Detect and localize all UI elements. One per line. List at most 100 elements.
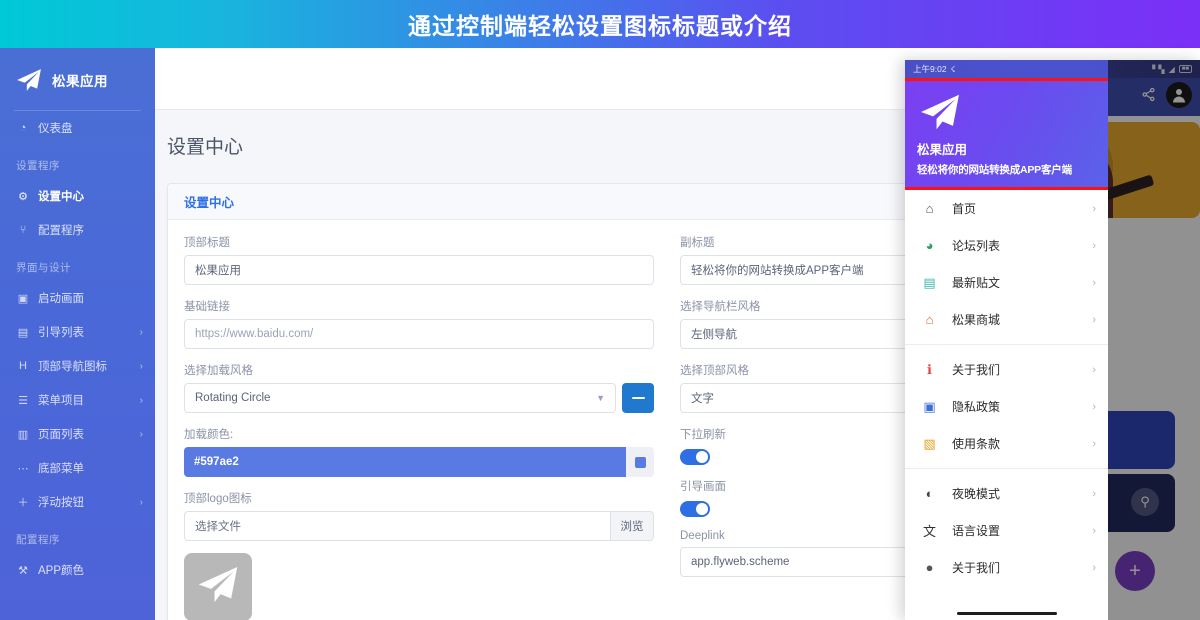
sidebar-item-label: 仪表盘 bbox=[38, 123, 73, 135]
logo-browse-button[interactable]: 浏览 bbox=[610, 511, 654, 541]
wrench-icon: ⚒ bbox=[18, 564, 28, 577]
drawer-menu-item[interactable]: ▧ 使用条款 › bbox=[905, 425, 1108, 462]
sidebar-brand[interactable]: 松果应用 bbox=[0, 48, 155, 110]
loading-style-value: Rotating Circle bbox=[195, 392, 271, 404]
sidebar-group-label: 设置程序 bbox=[16, 160, 60, 172]
drawer-header-subtitle: 轻松将你的网站转换成APP客户端 bbox=[917, 164, 1072, 176]
base-link-input[interactable]: https://www.baidu.com/ bbox=[184, 319, 654, 349]
drawer-menu-item[interactable]: ▣ 隐私政策 › bbox=[905, 388, 1108, 425]
drawer-menu-item[interactable]: 文 语言设置 › bbox=[905, 512, 1108, 549]
field-loading-style: 选择加载风格 Rotating Circle ▼ bbox=[184, 362, 654, 413]
logo-file-row: 选择文件 浏览 bbox=[184, 511, 654, 541]
sidebar-group-label: 配置程序 bbox=[16, 534, 60, 546]
form-column-left: 顶部标题 松果应用 基础链接 https://www.baidu.com/ 选择… bbox=[184, 234, 654, 620]
nav-icon: H bbox=[19, 360, 27, 372]
drawer-menu-item-label: 论坛列表 bbox=[952, 239, 1001, 253]
drawer-menu-item[interactable]: ⌂ 松果商城 › bbox=[905, 301, 1108, 338]
toggle-knob bbox=[696, 503, 708, 515]
loading-style-select[interactable]: Rotating Circle ▼ bbox=[184, 383, 616, 413]
sidebar-item-9[interactable]: ▥ 页面列表 › bbox=[0, 417, 155, 451]
sidebar-item-label: 页面列表 bbox=[38, 429, 84, 441]
card-title: 设置中心 bbox=[184, 196, 235, 210]
nav-style-value: 左侧导航 bbox=[691, 329, 737, 341]
minus-icon bbox=[631, 396, 645, 400]
sidebar-item-label: 菜单项目 bbox=[38, 395, 84, 407]
drawer-menu-item-label: 关于我们 bbox=[952, 363, 1001, 377]
sidebar-item-5[interactable]: ▣ 启动画面 bbox=[0, 281, 155, 315]
bluetooth-icon: ☇ bbox=[950, 63, 956, 74]
info-icon: ℹ bbox=[927, 361, 932, 377]
sidebar-item-2[interactable]: ⚙ 设置中心 bbox=[0, 179, 155, 213]
drawer-status-bar: 上午9:02 ☇ bbox=[905, 60, 1108, 78]
logo-file-input[interactable]: 选择文件 bbox=[184, 511, 610, 541]
chevron-right-icon: › bbox=[1092, 400, 1096, 413]
chevron-right-icon: › bbox=[1092, 313, 1096, 326]
about-icon: ● bbox=[925, 560, 934, 575]
language-icon: 文 bbox=[922, 524, 936, 539]
night-mode-icon: ◐ bbox=[925, 486, 934, 501]
drawer-menu-item-label: 夜晚模式 bbox=[952, 487, 1001, 501]
field-base-link: 基础链接 https://www.baidu.com/ bbox=[184, 298, 654, 349]
drawer-menu-item[interactable]: ⌂ 首页 › bbox=[905, 190, 1108, 227]
field-label-loading-style: 选择加载风格 bbox=[184, 365, 253, 377]
sidebar-item-label: 底部菜单 bbox=[38, 463, 84, 475]
pages-icon: ▥ bbox=[17, 428, 29, 441]
drawer-divider bbox=[905, 468, 1108, 469]
chevron-right-icon: › bbox=[139, 326, 143, 338]
sidebar-item-label: APP颜色 bbox=[38, 565, 85, 577]
sidebar-item-label: 配置程序 bbox=[38, 225, 84, 237]
drawer-menu-item[interactable]: ◐ 夜晚模式 › bbox=[905, 475, 1108, 512]
field-label-base-link: 基础链接 bbox=[184, 301, 230, 313]
guide-screen-toggle[interactable] bbox=[680, 501, 710, 517]
sidebar-group-label: 界面与设计 bbox=[16, 262, 71, 274]
drawer-header: 松果应用 轻松将你的网站转换成APP客户端 bbox=[905, 78, 1108, 190]
sidebar-item-8[interactable]: ☰ 菜单项目 › bbox=[0, 383, 155, 417]
sidebar-item-10[interactable]: ⋯ 底部菜单 bbox=[0, 451, 155, 485]
chevron-right-icon: › bbox=[139, 496, 143, 508]
sidebar-item-label: 启动画面 bbox=[38, 293, 84, 305]
config-icon: ⑂ bbox=[19, 224, 27, 236]
chevron-right-icon: › bbox=[1092, 561, 1096, 574]
chevron-right-icon: › bbox=[1092, 363, 1096, 376]
drawer-menu-item-label: 关于我们 bbox=[952, 561, 1001, 575]
sidebar-item-0[interactable]: ◔ 仪表盘 bbox=[0, 111, 155, 145]
ellipsis-icon: ⋯ bbox=[17, 462, 29, 475]
sidebar-item-3[interactable]: ⑂ 配置程序 bbox=[0, 213, 155, 247]
drawer-menu-item[interactable]: ▤ 最新贴文 › bbox=[905, 264, 1108, 301]
chevron-right-icon: › bbox=[1092, 487, 1096, 500]
drawer-menu-item[interactable]: ℹ 关于我们 › bbox=[905, 351, 1108, 388]
forum-icon: ◕ bbox=[925, 238, 934, 253]
drawer-menu-item-label: 隐私政策 bbox=[952, 400, 1001, 414]
sidebar-menu: ◔ 仪表盘 设置程序 ⚙ 设置中心 ⑂ 配置程序 界面与设计 ▣ 启动画面 ▤ 引导列表 › H 顶部导航图… bbox=[0, 111, 155, 587]
logo-preview bbox=[184, 553, 252, 620]
drawer-status-time: 上午9:02 bbox=[913, 64, 947, 74]
loading-color-input[interactable]: #597ae2 bbox=[184, 447, 626, 477]
pull-refresh-toggle[interactable] bbox=[680, 449, 710, 465]
field-top-title: 顶部标题 松果应用 bbox=[184, 234, 654, 285]
remove-loading-style-button[interactable] bbox=[622, 383, 654, 413]
chevron-right-icon: › bbox=[139, 360, 143, 372]
paper-plane-icon bbox=[197, 565, 239, 609]
sidebar-item-13[interactable]: ⚒ APP颜色 bbox=[0, 553, 155, 587]
sidebar-item-7[interactable]: H 顶部导航图标 › bbox=[0, 349, 155, 383]
sidebar: 松果应用 ◔ 仪表盘 设置程序 ⚙ 设置中心 ⑂ 配置程序 界面与设计 ▣ 启动画面 ▤ 引导列表 › H… bbox=[0, 48, 155, 620]
sidebar-item-11[interactable]: ＋ 浮动按钮 › bbox=[0, 485, 155, 519]
drawer-menu-item[interactable]: ● 关于我们 › bbox=[905, 549, 1108, 586]
top-style-value: 文字 bbox=[691, 393, 714, 405]
drawer-menu-item[interactable]: ◕ 论坛列表 › bbox=[905, 227, 1108, 264]
sidebar-item-label: 浮动按钮 bbox=[38, 497, 84, 509]
shop-icon: ⌂ bbox=[925, 312, 934, 327]
field-label-logo: 顶部logo图标 bbox=[184, 493, 252, 505]
sidebar-brand-label: 松果应用 bbox=[52, 74, 108, 89]
phone-mockup: ▘▚ ◢ ■■ ⚲ + 上午9:02 ☇ 松果应用 轻松将你的网站转换成APP客… bbox=[905, 60, 1200, 620]
sidebar-item-6[interactable]: ▤ 引导列表 › bbox=[0, 315, 155, 349]
splash-icon: ▣ bbox=[17, 292, 29, 305]
loading-style-row: Rotating Circle ▼ bbox=[184, 383, 654, 413]
drawer-divider bbox=[905, 344, 1108, 345]
toggle-knob bbox=[696, 451, 708, 463]
paper-plane-icon bbox=[16, 68, 42, 92]
color-picker-button[interactable] bbox=[626, 447, 654, 477]
top-title-input[interactable]: 松果应用 bbox=[184, 255, 654, 285]
guide-list-icon: ▤ bbox=[17, 326, 29, 339]
sidebar-item-label: 引导列表 bbox=[38, 327, 84, 339]
